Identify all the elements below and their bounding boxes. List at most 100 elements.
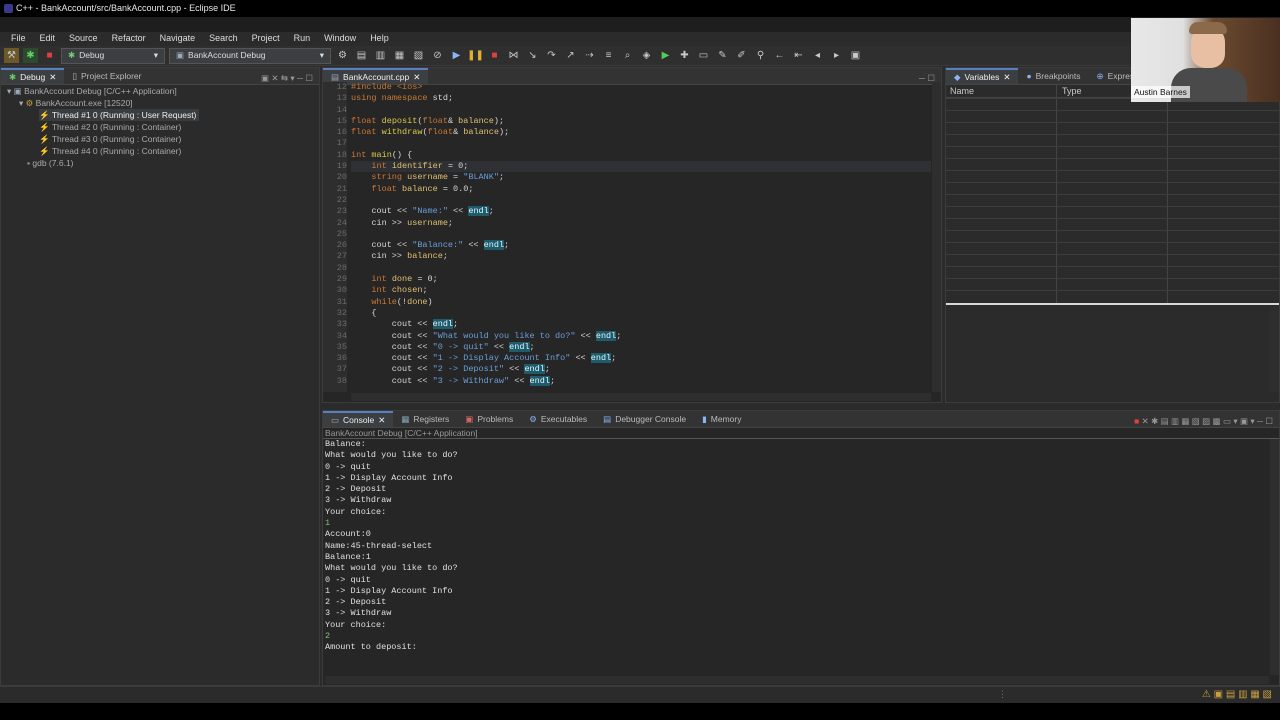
menu-project[interactable]: Project	[245, 32, 287, 45]
tab-breakpoints[interactable]: ● Breakpoints	[1018, 69, 1088, 84]
code-line[interactable]: 25	[337, 229, 931, 240]
menu-edit[interactable]: Edit	[33, 32, 63, 45]
tab-memory[interactable]: ▮ Memory	[694, 412, 749, 427]
terminate-icon[interactable]: ■	[42, 48, 57, 63]
tab-console[interactable]: ▭ Console ✕	[323, 411, 394, 427]
skip-breakpoints-icon[interactable]: ⊘	[430, 48, 445, 63]
code-line[interactable]: 12 #include <ios>	[337, 82, 931, 93]
menu-file[interactable]: File	[4, 32, 33, 45]
console-toolbar-icons[interactable]: ■ ✕ ✱ ▤ ▥ ▦ ▧ ▨ ▩ ▭ ▾ ▣ ▾ ─ ☐	[1134, 416, 1279, 427]
menu-navigate[interactable]: Navigate	[153, 32, 203, 45]
menu-refactor[interactable]: Refactor	[105, 32, 153, 45]
view-menu-icons[interactable]: ▣ ✕ ⇆ ▾ ─ ☐	[261, 73, 319, 84]
step-into-icon[interactable]: ↘	[525, 48, 540, 63]
launch-config-select[interactable]: ▣ BankAccount Debug ▾	[169, 47, 331, 64]
tab-executables[interactable]: ⚙ Executables	[521, 412, 595, 427]
mark-icon[interactable]: ◈	[639, 48, 654, 63]
code-line[interactable]: 32 {	[337, 308, 931, 319]
menu-search[interactable]: Search	[202, 32, 245, 45]
tree-item-thread-4[interactable]: ⚡ Thread #4 0 (Running : Container)	[39, 145, 181, 157]
annotation-icon[interactable]: ✐	[734, 48, 749, 63]
details-scrollbar[interactable]	[1270, 306, 1279, 392]
close-icon[interactable]: ✕	[1003, 71, 1010, 84]
back-icon[interactable]: ←	[772, 48, 787, 63]
navigate-back-icon[interactable]: ◂	[810, 48, 825, 63]
tree-item-thread-2[interactable]: ⚡ Thread #2 0 (Running : Container)	[39, 121, 181, 133]
code-line[interactable]: 17	[337, 138, 931, 149]
close-icon[interactable]: ✕	[378, 414, 385, 427]
code-line[interactable]: 18 int main() {	[337, 150, 931, 161]
code-line[interactable]: 27 cin >> balance;	[337, 251, 931, 262]
tab-problems[interactable]: ▣ Problems	[457, 412, 521, 427]
tree-item-process[interactable]: ▾ ⚙ BankAccount.exe [12520]	[19, 97, 133, 109]
code-line[interactable]: 26 cout << "Balance:" << endl;	[337, 240, 931, 251]
editor-vertical-scrollbar[interactable]	[932, 82, 941, 392]
tab-debugger-console[interactable]: ▤ Debugger Console	[595, 412, 694, 427]
code-line[interactable]: 16 float withdraw(float& balance);	[337, 127, 931, 138]
stop-icon[interactable]: ■	[487, 48, 502, 63]
code-line[interactable]: 21 float balance = 0.0;	[337, 184, 931, 195]
console-output[interactable]: Balance: What would you like to do? 0 -> q…	[325, 439, 458, 654]
code-editor[interactable]: ▤ BankAccount.cpp ✕ ─ ☐ 12 #include <ios>…	[322, 67, 942, 403]
suspend-icon[interactable]: ❚❚	[467, 48, 484, 63]
tree-item-gdb[interactable]: ▪ gdb (7.6.1)	[27, 157, 74, 169]
code-line[interactable]: 37 cout << "2 -> Deposit" << endl;	[337, 364, 931, 375]
tree-item-thread-3[interactable]: ⚡ Thread #3 0 (Running : Container)	[39, 133, 181, 145]
code-line[interactable]: 14	[337, 105, 931, 116]
code-line[interactable]: 34 cout << "What would you like to do?" …	[337, 330, 931, 342]
code-line[interactable]: 33 cout << endl;	[337, 319, 931, 330]
tree-item-thread-1[interactable]: ⚡ Thread #1 0 (Running : User Request)	[39, 109, 200, 121]
hammer-build-icon[interactable]: ⚒	[4, 48, 19, 63]
code-content[interactable]: 12 #include <ios> 13 using namespace std; 14…	[337, 82, 931, 387]
print-icon[interactable]: ▧	[411, 48, 426, 63]
step-over-icon[interactable]: ↷	[544, 48, 559, 63]
new-file-icon[interactable]: ▤	[354, 48, 369, 63]
code-line[interactable]: 20 string username = "BLANK";	[337, 172, 931, 183]
status-tray-icons[interactable]: ⚠ ▣ ▤ ▥ ▦ ▧	[1202, 689, 1272, 700]
perspective-icon[interactable]: ▣	[848, 48, 863, 63]
menu-source[interactable]: Source	[62, 32, 105, 45]
menu-help[interactable]: Help	[363, 32, 396, 45]
disconnect-icon[interactable]: ⋈	[506, 48, 521, 63]
navigate-forward-icon[interactable]: ▸	[829, 48, 844, 63]
gear-icon[interactable]: ⚙	[335, 48, 350, 63]
column-type-header[interactable]: Type	[1062, 86, 1082, 96]
open-type-icon[interactable]: ≡	[601, 48, 616, 63]
console-horizontal-scrollbar[interactable]	[325, 676, 1269, 684]
pin-icon[interactable]: ⚲	[753, 48, 768, 63]
menu-window[interactable]: Window	[317, 32, 363, 45]
code-line[interactable]: 36 cout << "1 -> Display Account Info" <…	[337, 353, 931, 364]
code-line[interactable]: 22	[337, 195, 931, 206]
code-line[interactable]: 19 int identifier = 0;	[337, 161, 931, 173]
code-line[interactable]: 30 int chosen;	[337, 285, 931, 296]
column-name-header[interactable]: Name	[950, 86, 974, 96]
instruction-stepping-icon[interactable]: ⇢	[582, 48, 597, 63]
run-icon[interactable]: ▶	[658, 48, 673, 63]
step-return-icon[interactable]: ↗	[563, 48, 578, 63]
save-icon[interactable]: ▥	[373, 48, 388, 63]
save-all-icon[interactable]: ▦	[392, 48, 407, 63]
code-line[interactable]: 28	[337, 263, 931, 274]
launch-mode-select[interactable]: ✱ Debug ▾	[61, 47, 165, 64]
external-tools-icon[interactable]: ✚	[677, 48, 692, 63]
details-pane-splitter[interactable]	[946, 303, 1279, 305]
code-line[interactable]: 29 int done = 0;	[337, 274, 931, 285]
search-icon[interactable]: ⌕	[620, 48, 635, 63]
open-folder-icon[interactable]: ▭	[696, 48, 711, 63]
debug-run-icon[interactable]: ✱	[23, 48, 38, 63]
code-line[interactable]: 35 cout << "0 -> quit" << endl;	[337, 341, 931, 353]
close-icon[interactable]: ✕	[49, 71, 56, 84]
tab-variables[interactable]: ◆ Variables ✕	[946, 68, 1019, 84]
menu-run[interactable]: Run	[287, 32, 318, 45]
code-line[interactable]: 38 cout << "3 -> Withdraw" << endl;	[337, 375, 931, 387]
tab-registers[interactable]: ▦ Registers	[393, 412, 457, 427]
code-line[interactable]: 13 using namespace std;	[337, 93, 931, 104]
resume-icon[interactable]: ▶	[449, 48, 464, 63]
tab-project-explorer[interactable]: ▯ Project Explorer	[64, 69, 149, 84]
last-edit-icon[interactable]: ⇤	[791, 48, 806, 63]
tab-debug[interactable]: ✱ Debug ✕	[1, 68, 65, 84]
code-line[interactable]: 31 while(!done)	[337, 297, 931, 308]
code-line[interactable]: 23 cout << "Name:" << endl;	[337, 206, 931, 217]
code-line[interactable]: 24 cin >> username;	[337, 218, 931, 229]
pencil-icon[interactable]: ✎	[715, 48, 730, 63]
